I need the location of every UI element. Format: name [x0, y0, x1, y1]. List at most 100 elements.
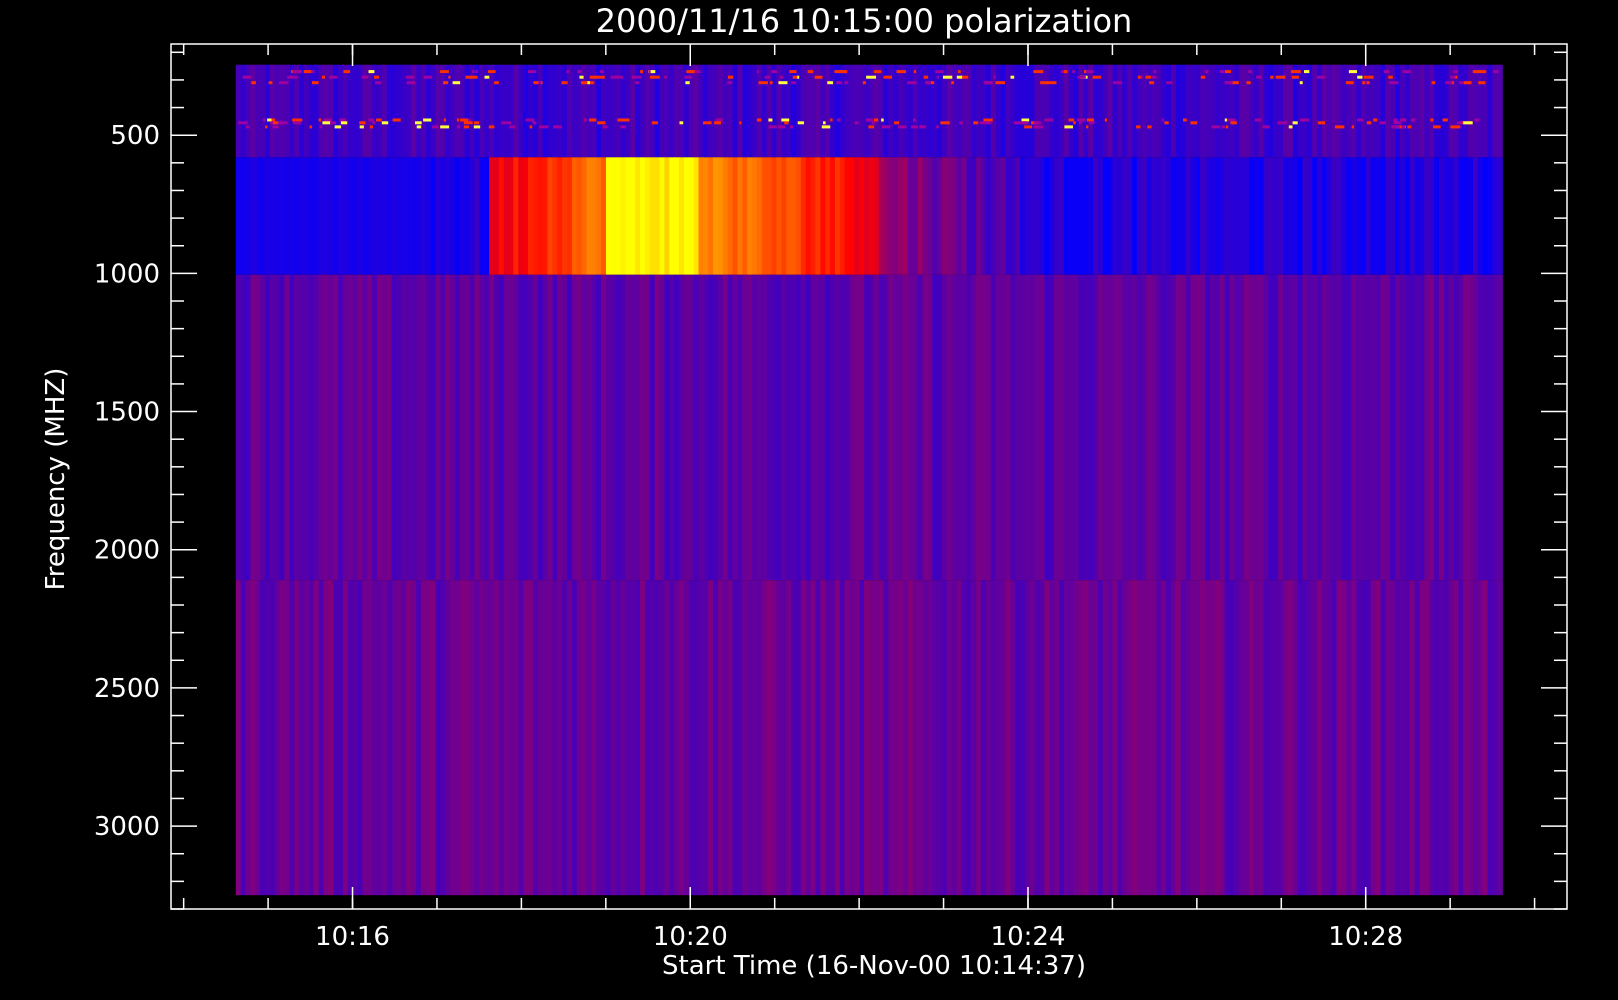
speckle-mark — [529, 125, 533, 129]
heatmap-cell — [1239, 64, 1245, 158]
heatmap-cell — [415, 274, 422, 581]
heatmap-cell — [1034, 157, 1041, 275]
heatmap-cell — [1404, 64, 1411, 158]
heatmap-cell — [235, 274, 242, 581]
heatmap-cell — [747, 274, 753, 581]
heatmap-cell — [615, 157, 622, 275]
heatmap-cell — [318, 157, 325, 275]
heatmap-cell — [1151, 274, 1157, 581]
speckle-mark — [339, 118, 346, 122]
heatmap-cell — [859, 274, 865, 581]
heatmap-cell — [830, 64, 836, 158]
heatmap-cell — [922, 274, 929, 581]
heatmap-cell — [883, 274, 890, 581]
heatmap-cell — [269, 580, 276, 896]
heatmap-cell — [1180, 580, 1187, 896]
heatmap-cell — [703, 580, 709, 896]
speckle-mark — [1356, 118, 1364, 122]
heatmap-cell — [649, 580, 656, 896]
heatmap-cell — [951, 274, 958, 581]
heatmap-cell — [825, 274, 831, 581]
heatmap-cell — [411, 274, 417, 581]
heatmap-cell — [1356, 580, 1362, 896]
heatmap-cell — [786, 274, 792, 581]
heatmap-cell — [644, 580, 651, 896]
heatmap-cell — [260, 157, 266, 275]
heatmap-cell — [805, 274, 812, 581]
speckle-mark — [330, 121, 336, 125]
speckle-mark — [1401, 125, 1405, 129]
heatmap-cell — [1039, 274, 1045, 581]
heatmap-cell — [1107, 64, 1114, 158]
heatmap-cell — [1326, 157, 1333, 275]
heatmap-cell — [294, 274, 300, 581]
heatmap-cell — [1370, 580, 1377, 896]
heatmap-cell — [1063, 157, 1070, 275]
speckle-mark — [287, 75, 297, 79]
heatmap-cell — [825, 64, 831, 158]
heatmap-cell — [981, 580, 987, 896]
heatmap-cell — [333, 580, 339, 896]
heatmap-cell — [927, 274, 933, 581]
heatmap-cell — [484, 274, 490, 581]
heatmap-cell — [377, 274, 383, 581]
speckle-mark — [1019, 121, 1029, 125]
speckle-mark — [781, 118, 790, 122]
heatmap-cell — [1287, 157, 1294, 275]
heatmap-cell — [474, 157, 480, 275]
heatmap-cell — [328, 580, 334, 896]
heatmap-cell — [766, 157, 773, 275]
heatmap-cell — [932, 580, 938, 896]
speckle-mark — [727, 81, 733, 85]
speckle-mark — [635, 81, 640, 85]
heatmap-cell — [659, 274, 666, 581]
speckle-mark — [1113, 81, 1122, 85]
speckle-mark — [566, 70, 570, 74]
heatmap-cell — [566, 274, 573, 581]
heatmap-cell — [425, 157, 432, 275]
heatmap-cell — [454, 64, 461, 158]
heatmap-cell — [1409, 274, 1416, 581]
speckle-mark — [406, 81, 415, 85]
heatmap-cell — [601, 157, 607, 275]
heatmap-cell — [903, 64, 909, 158]
heatmap-cell — [664, 274, 670, 581]
heatmap-cell — [1273, 157, 1279, 275]
heatmap-cell — [756, 580, 763, 896]
heatmap-cell — [1487, 157, 1494, 275]
heatmap-cell — [1054, 274, 1060, 581]
speckle-mark — [1277, 121, 1287, 125]
heatmap-cell — [1005, 157, 1011, 275]
speckle-mark — [1225, 70, 1231, 74]
heatmap-cell — [922, 580, 929, 896]
heatmap-cell — [440, 157, 446, 275]
heatmap-cell — [1360, 157, 1367, 275]
heatmap-cell — [854, 157, 860, 275]
x-axis-label: Start Time (16-Nov-00 10:14:37) — [662, 951, 1086, 981]
heatmap-cell — [1419, 580, 1425, 896]
heatmap-cell — [576, 274, 583, 581]
heatmap-cell — [703, 64, 709, 158]
heatmap-cell — [523, 64, 529, 158]
heatmap-cell — [1429, 274, 1435, 581]
heatmap-cell — [596, 157, 602, 275]
heatmap-cell — [1044, 274, 1050, 581]
heatmap-cell — [1166, 64, 1172, 158]
heatmap-cell — [333, 274, 339, 581]
heatmap-cell — [498, 64, 505, 158]
heatmap-cell — [1297, 274, 1304, 581]
heatmap-cell — [683, 580, 690, 896]
heatmap-cell — [869, 274, 875, 581]
heatmap-cell — [1287, 580, 1294, 896]
heatmap-cell — [1395, 157, 1401, 275]
speckle-mark — [463, 121, 473, 125]
heatmap-cell — [513, 157, 519, 275]
heatmap-cell — [250, 157, 256, 275]
y-tick-label: 1500 — [94, 398, 160, 428]
heatmap-cell — [625, 580, 631, 896]
speckle-mark — [1262, 125, 1270, 129]
heatmap-cell — [985, 157, 992, 275]
heatmap-cell — [391, 64, 398, 158]
heatmap-cell — [1141, 274, 1148, 581]
speckle-mark — [238, 121, 248, 125]
